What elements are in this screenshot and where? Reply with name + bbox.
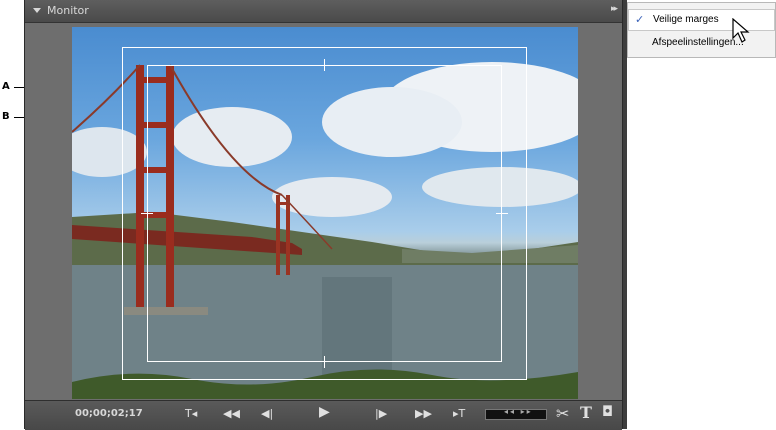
safe-tick-right: [496, 213, 508, 214]
collapse-icon[interactable]: [33, 8, 41, 13]
safe-tick-left: [141, 213, 153, 214]
fast-forward-button[interactable]: ▶▶: [415, 407, 432, 420]
text-tool-icon[interactable]: T: [580, 403, 592, 422]
panel-edge: [623, 0, 627, 429]
goto-in-button[interactable]: T◂: [185, 407, 197, 420]
callout-b: B: [2, 111, 10, 122]
scissors-icon[interactable]: ✂: [556, 404, 569, 423]
menu-item-safe-margins[interactable]: ✓ Veilige marges: [628, 9, 775, 31]
timecode-display[interactable]: 00;00;02;17: [75, 408, 143, 419]
monitor-context-menu: ✓ Veilige marges Afspeelinstellingen...: [627, 2, 776, 58]
menu-item-playback-settings[interactable]: Afspeelinstellingen...: [628, 33, 775, 55]
title-safe-rect: [147, 65, 502, 362]
transport-bar: 00;00;02;17 T◂ ◀◀ ◀| ▶ |▶ ▶▶ ▸T ◂◂ ▸▸ ✂ …: [25, 400, 622, 430]
rewind-button[interactable]: ◀◀: [223, 407, 240, 420]
step-forward-button[interactable]: |▶: [375, 407, 387, 420]
mouse-cursor-icon: [732, 18, 750, 43]
goto-out-button[interactable]: ▸T: [453, 407, 465, 420]
menu-item-label: Veilige marges: [653, 14, 719, 25]
camera-icon[interactable]: ◘: [602, 404, 613, 420]
panel-title: Monitor: [47, 4, 89, 17]
safe-tick-top: [324, 59, 325, 71]
callout-a: A: [2, 81, 10, 92]
panel-header: Monitor ▸▸: [25, 0, 622, 23]
shuttle-glyph: ◂◂ ▸▸: [504, 407, 533, 416]
checkmark-icon: ✓: [635, 14, 645, 26]
play-button[interactable]: ▶: [319, 404, 330, 420]
step-back-button[interactable]: ◀|: [261, 407, 273, 420]
shuttle-control[interactable]: ◂◂ ▸▸: [485, 407, 547, 420]
monitor-panel: Monitor ▸▸ 00;00;02;17 T◂ ◀◀ ◀| ▶ |▶ ▶▶ …: [24, 0, 623, 430]
video-preview[interactable]: [72, 27, 578, 399]
safe-tick-bottom: [324, 356, 325, 368]
panel-menu-icon[interactable]: ▸▸: [611, 4, 618, 14]
menu-item-label: Afspeelinstellingen...: [652, 37, 744, 48]
